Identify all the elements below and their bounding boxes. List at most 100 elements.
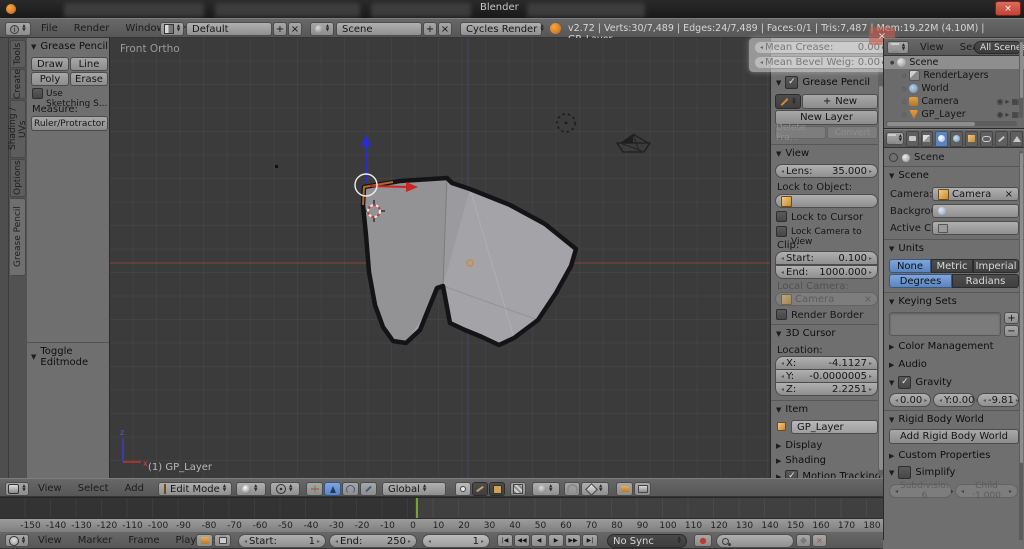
manipulator-rotate-button[interactable]: [342, 482, 359, 496]
units-metric-button[interactable]: Metric: [931, 259, 973, 273]
gp-new-button[interactable]: + New: [802, 94, 878, 109]
scene-add-button[interactable]: +: [423, 22, 437, 36]
delete-keyframe-button[interactable]: ×: [812, 534, 827, 547]
expand-icon[interactable]: ○: [902, 86, 906, 92]
grease-pencil-panel-header[interactable]: ▼ Grease Pencil: [31, 41, 108, 52]
tab-data[interactable]: [1010, 131, 1023, 147]
shelf-tab-options[interactable]: Options: [10, 159, 26, 197]
use-sketching-checkbox[interactable]: [32, 88, 43, 99]
pin-icon[interactable]: [889, 153, 898, 162]
outliner-item-camera[interactable]: ○Camera◉▸▦: [884, 95, 1024, 108]
draw-button[interactable]: Draw: [31, 57, 69, 71]
gravity-y-field[interactable]: Y:0.00: [933, 393, 975, 407]
tab-world[interactable]: [950, 131, 963, 147]
tab-render[interactable]: [906, 131, 919, 147]
render-engine-select[interactable]: Cycles Render: [460, 22, 542, 36]
occlude-geometry-button[interactable]: [510, 482, 526, 496]
gp-brush-select[interactable]: [775, 94, 801, 109]
view3d-editor-type-icon[interactable]: [5, 482, 29, 496]
gravity-x-field[interactable]: 0.00: [889, 393, 931, 407]
lock-frame-button[interactable]: [214, 534, 231, 547]
clip-start-field[interactable]: Start:0.100: [775, 251, 878, 265]
layout-delete-button[interactable]: ×: [288, 22, 302, 36]
auto-keyframe-button[interactable]: ●: [694, 534, 712, 547]
tab-constraints[interactable]: [980, 131, 993, 147]
menu-file[interactable]: File: [33, 19, 66, 38]
outliner-item-gp-layer[interactable]: ○GP_Layer◉▸▦: [884, 108, 1024, 120]
timeline-area[interactable]: -150-140-130-120-110-100-90-80-70-60-50-…: [0, 497, 883, 531]
expand-icon[interactable]: ○: [902, 73, 906, 79]
render-toggle-icon[interactable]: ▦: [1011, 97, 1019, 106]
eye-toggle-icon[interactable]: ◉: [996, 97, 1003, 106]
active-clip-picker[interactable]: [932, 221, 1019, 235]
scene-icon-button[interactable]: [310, 22, 334, 36]
keying-sets-panel-header[interactable]: ▼ Keying Sets: [889, 296, 957, 307]
erase-button[interactable]: Erase: [70, 72, 108, 86]
tab-object[interactable]: [965, 131, 978, 147]
menu-select[interactable]: Select: [70, 479, 117, 498]
screen-layout-field[interactable]: Default: [186, 22, 272, 36]
keying-set-add-button[interactable]: +: [1004, 312, 1019, 324]
lock-to-cursor-checkbox[interactable]: [776, 211, 787, 222]
snap-toggle-button[interactable]: [564, 482, 580, 496]
units-panel-header[interactable]: ▼ Units: [889, 243, 924, 254]
outliner-item-renderlayers[interactable]: ○RenderLayers: [884, 69, 1024, 82]
toggle-editmode-panel-header[interactable]: ▼ Toggle Editmode: [31, 346, 109, 368]
gp-delete-frame-button[interactable]: Delete Fra...: [775, 126, 826, 139]
shelf-tab-shading-uvs[interactable]: Shading / UVs: [10, 100, 26, 158]
sync-select[interactable]: No Sync: [607, 534, 687, 548]
cursor-z-field[interactable]: Z:2.2251: [775, 382, 878, 396]
poly-button[interactable]: Poly: [31, 72, 69, 86]
gravity-panel-header[interactable]: ▼ ✓ Gravity: [889, 376, 952, 389]
render-opengl-anim-button[interactable]: [634, 482, 651, 496]
units-radians-button[interactable]: Radians: [952, 274, 1019, 288]
expand-icon[interactable]: ○: [902, 112, 906, 118]
line-button[interactable]: Line: [70, 57, 108, 71]
item-name-field[interactable]: GP_Layer: [791, 420, 878, 434]
manipulator-translate-button[interactable]: [324, 482, 341, 496]
mode-select[interactable]: Edit Mode: [158, 482, 232, 496]
scrollbar-thumb[interactable]: [1020, 153, 1023, 463]
simplify-panel-header[interactable]: ▼ Simplify: [889, 466, 955, 479]
lock-camera-checkbox[interactable]: [776, 226, 787, 237]
outliner-item-scene[interactable]: ●Scene: [884, 56, 1024, 69]
keying-set-field[interactable]: [716, 534, 794, 548]
manipulator-axes-button[interactable]: [306, 482, 323, 496]
clear-icon[interactable]: ×: [991, 189, 1013, 200]
audio-panel-header[interactable]: ▶ Audio: [889, 359, 927, 370]
manipulator-scale-button[interactable]: [360, 482, 377, 496]
units-imperial-button[interactable]: Imperial: [973, 259, 1019, 273]
menu-view[interactable]: View: [30, 479, 70, 498]
gravity-checkbox[interactable]: ✓: [898, 376, 911, 389]
keying-set-remove-button[interactable]: −: [1004, 325, 1019, 337]
outliner-hscrollbar[interactable]: [886, 121, 1017, 126]
np-shading-header[interactable]: ▶ Shading: [776, 455, 826, 466]
insert-keyframe-button[interactable]: [796, 534, 811, 547]
menu-frame[interactable]: Frame: [120, 531, 167, 549]
render-toggle-icon[interactable]: ▦: [1011, 110, 1019, 119]
menu-add[interactable]: Add: [117, 479, 152, 498]
ruler-protractor-button[interactable]: Ruler/Protractor: [31, 116, 108, 131]
current-frame-field[interactable]: 1: [422, 534, 490, 548]
play-button[interactable]: ▶: [548, 534, 564, 547]
simplify-subdivision-field[interactable]: Subdivisio: 6: [889, 484, 952, 498]
clear-icon[interactable]: ×: [834, 294, 872, 305]
expand-icon[interactable]: ●: [890, 60, 894, 66]
viewport-shading-select[interactable]: [236, 482, 266, 496]
units-degrees-button[interactable]: Degrees: [889, 274, 952, 288]
keying-sets-listbox[interactable]: [889, 312, 1001, 336]
camera-picker[interactable]: Camera ×: [932, 187, 1019, 201]
play-reverse-button[interactable]: ◀: [531, 534, 547, 547]
selectable-toggle-icon[interactable]: ▸: [1005, 110, 1009, 119]
shelf-tab-create[interactable]: Create: [10, 69, 26, 99]
layout-add-button[interactable]: +: [273, 22, 287, 36]
gp-convert-button[interactable]: Convert: [827, 126, 878, 139]
viewport-3d[interactable]: z x Front Ortho (1) GP_Layer: [110, 38, 770, 478]
np-display-header[interactable]: ▶ Display: [776, 440, 822, 451]
cursor-y-field[interactable]: Y:-0.0000005: [775, 369, 878, 383]
timeline-ruler[interactable]: -150-140-130-120-110-100-90-80-70-60-50-…: [0, 518, 883, 532]
mean-bevel-field[interactable]: Mean Bevel Weig: 0.00: [754, 56, 891, 69]
gravity-z-field[interactable]: -9.81: [977, 393, 1019, 407]
lens-field[interactable]: Lens:35.000: [775, 164, 878, 178]
snap-element-select[interactable]: [581, 482, 609, 496]
